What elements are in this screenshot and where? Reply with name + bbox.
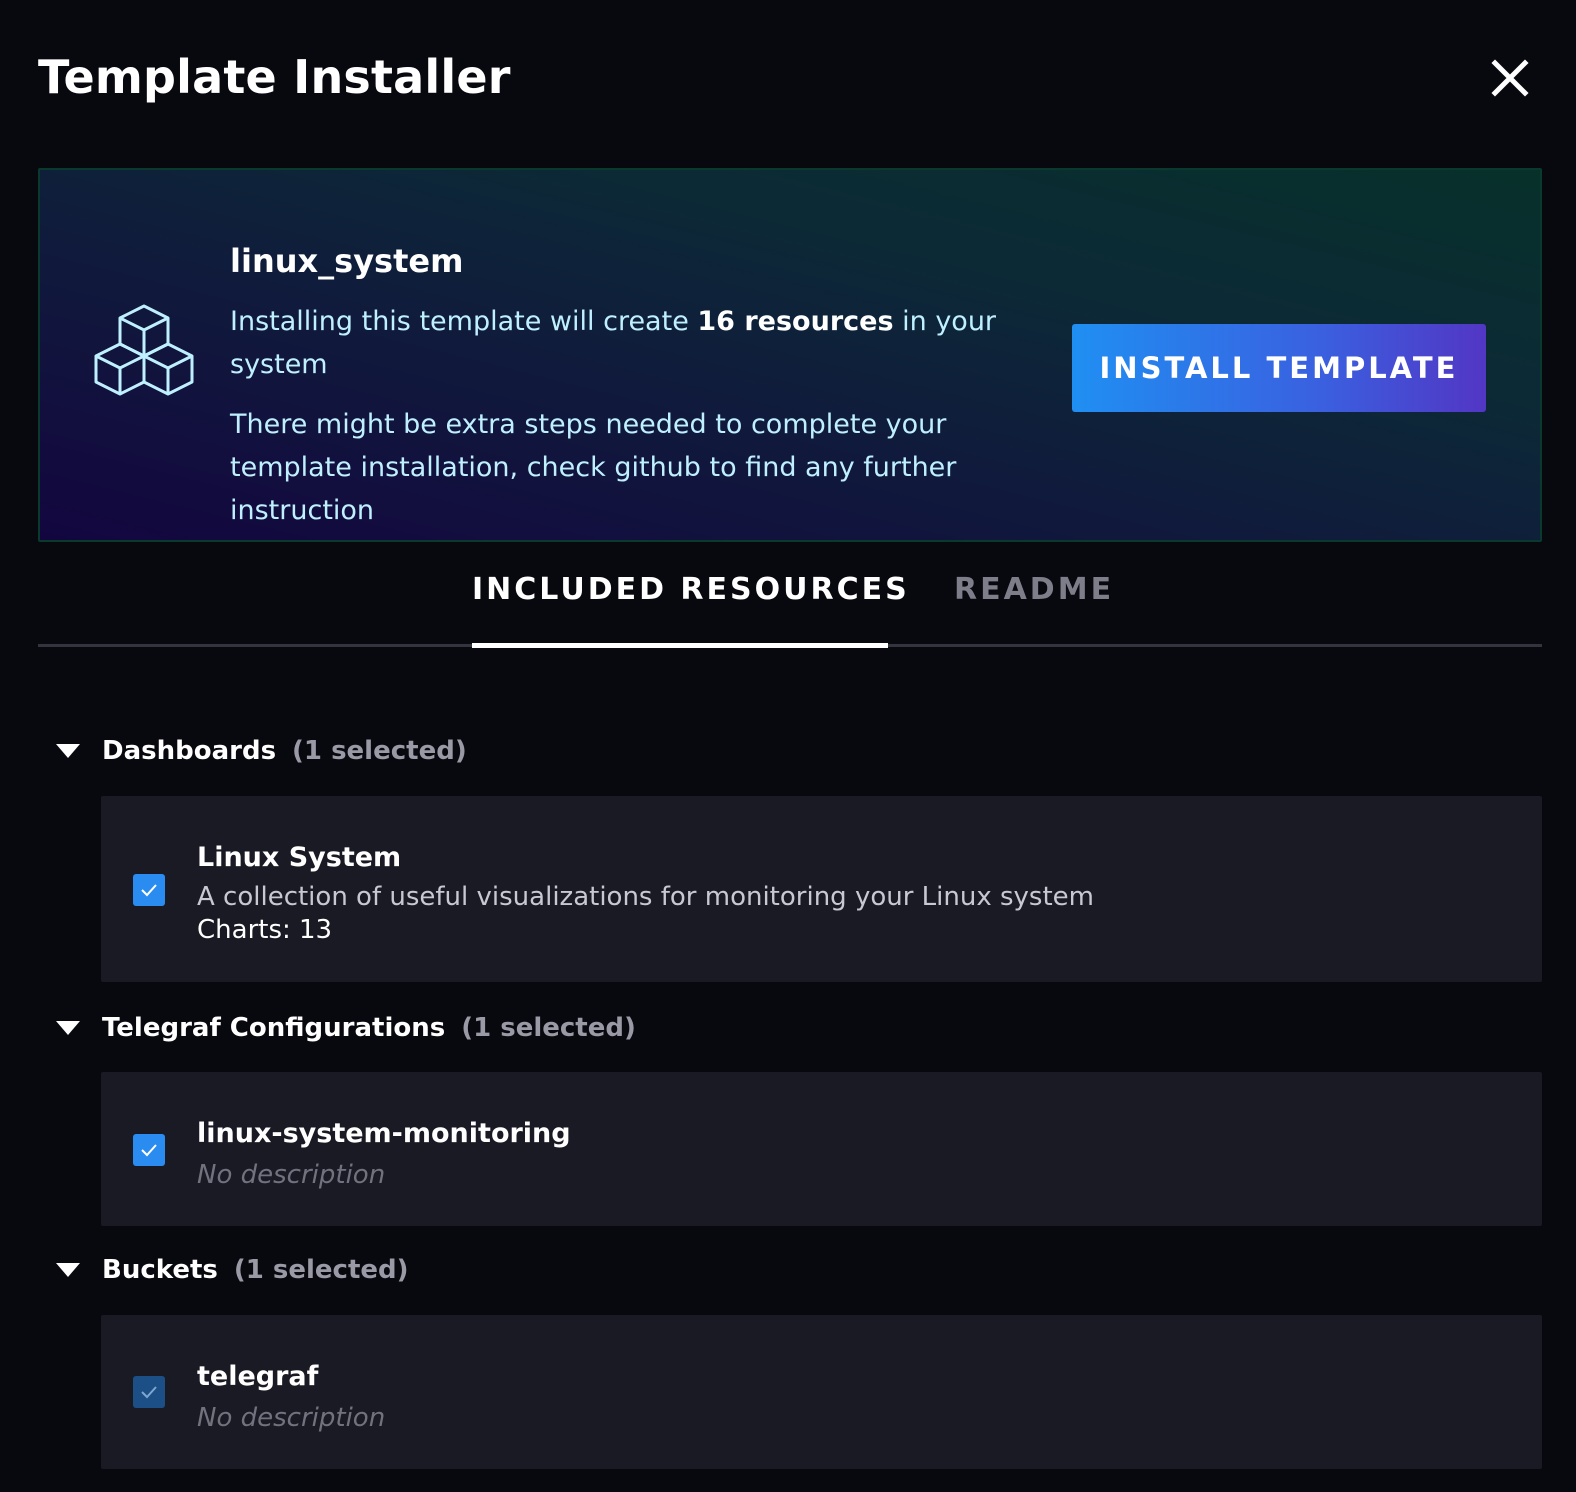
template-banner: linux_system Installing this template wi…: [38, 168, 1542, 542]
resource-charts-count: Charts: 13: [197, 915, 333, 945]
section-title: Buckets: [102, 1255, 218, 1285]
resource-checkbox[interactable]: [133, 1134, 165, 1166]
tab-included-resources[interactable]: INCLUDED RESOURCES: [472, 572, 910, 607]
install-template-button[interactable]: INSTALL TEMPLATE: [1072, 324, 1486, 412]
resource-card-linux-system: Linux System A collection of useful visu…: [101, 796, 1542, 982]
extra-steps-text: There might be extra steps needed to com…: [230, 409, 957, 526]
resource-title: telegraf: [197, 1361, 319, 1392]
resource-checkbox[interactable]: [133, 874, 165, 906]
dialog-title: Template Installer: [38, 50, 511, 104]
template-name: linux_system: [230, 242, 464, 280]
resource-checkbox[interactable]: [133, 1376, 165, 1408]
resource-title: linux-system-monitoring: [197, 1118, 571, 1149]
section-selected-count: (1 selected): [292, 736, 467, 766]
section-buckets-toggle[interactable]: Buckets (1 selected): [56, 1250, 409, 1290]
active-tab-indicator: [472, 643, 888, 648]
section-selected-count: (1 selected): [233, 1255, 409, 1285]
resource-card-linux-system-monitoring: linux-system-monitoring No description: [101, 1072, 1542, 1226]
section-selected-count: (1 selected): [461, 1013, 636, 1043]
check-icon: [141, 884, 157, 897]
cubes-icon: [94, 304, 194, 396]
tabs: INCLUDED RESOURCES README: [38, 560, 1542, 652]
resource-card-telegraf: telegraf No description: [101, 1315, 1542, 1469]
check-icon: [141, 1386, 157, 1399]
tab-readme[interactable]: README: [954, 572, 1114, 607]
section-title: Telegraf Configurations: [102, 1013, 446, 1043]
close-icon: [1491, 59, 1529, 97]
caret-down-icon: [56, 1263, 80, 1277]
template-installer-dialog: Template Installer linux_system Installi…: [0, 0, 1576, 1492]
resource-description: A collection of useful visualizations fo…: [197, 882, 1094, 912]
section-dashboards-toggle[interactable]: Dashboards (1 selected): [56, 731, 467, 771]
resource-title: Linux System: [197, 842, 402, 873]
resource-description: No description: [197, 1403, 386, 1433]
check-icon: [141, 1144, 157, 1157]
close-button[interactable]: [1490, 58, 1530, 98]
resource-count-text: Installing this template will create 16 …: [230, 306, 997, 380]
section-title: Dashboards: [102, 736, 277, 766]
resource-description: No description: [197, 1160, 386, 1190]
resource-count: 16 resources: [697, 306, 894, 337]
section-telegraf-toggle[interactable]: Telegraf Configurations (1 selected): [56, 1008, 636, 1048]
caret-down-icon: [56, 1021, 80, 1035]
caret-down-icon: [56, 744, 80, 758]
